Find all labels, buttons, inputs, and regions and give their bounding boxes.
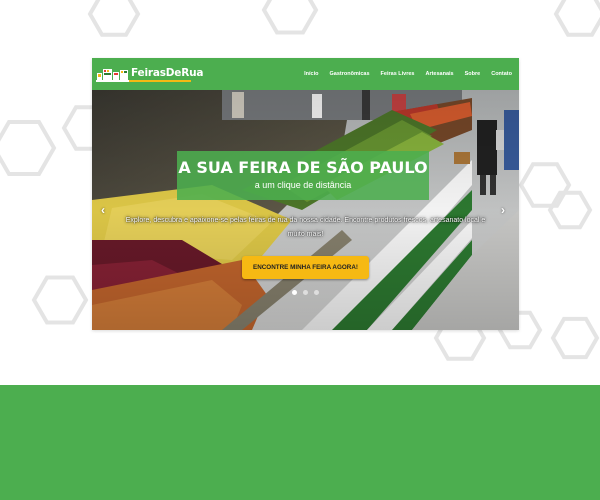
chevron-right-icon[interactable]: › xyxy=(497,203,509,217)
market-stall-icon xyxy=(96,69,129,82)
carousel-dot-2[interactable] xyxy=(303,290,308,295)
nav-gastronomicas[interactable]: Gastronômicas xyxy=(330,71,370,77)
carousel-dot-1[interactable] xyxy=(292,290,297,295)
hero-title: A SUA FEIRA DE SÃO PAULO xyxy=(178,158,428,177)
nav-inicio[interactable]: Início xyxy=(304,71,318,77)
background-hexagon xyxy=(518,162,572,208)
main-nav: Início Gastronômicas Feiras Livres Artes… xyxy=(293,71,512,77)
background-hexagon xyxy=(553,0,600,37)
background-hexagon xyxy=(0,120,57,176)
background-hexagon xyxy=(87,0,141,37)
logo-underline xyxy=(129,80,191,82)
background-hexagon xyxy=(261,0,319,35)
logo-text: FeirasDeRua xyxy=(131,67,204,79)
nav-feiras-livres[interactable]: Feiras Livres xyxy=(381,71,415,77)
find-fair-button[interactable]: ENCONTRE MINHA FEIRA AGORA! xyxy=(242,256,369,279)
nav-contato[interactable]: Contato xyxy=(491,71,512,77)
carousel-dot-3[interactable] xyxy=(314,290,319,295)
background-hexagon xyxy=(550,316,600,360)
hero-title-box: A SUA FEIRA DE SÃO PAULO a um clique de … xyxy=(177,151,429,200)
nav-sobre[interactable]: Sobre xyxy=(465,71,481,77)
site-logo[interactable]: FeirasDeRua xyxy=(96,58,203,90)
background-hexagon xyxy=(547,190,593,230)
background-hexagon xyxy=(31,275,89,325)
hero-description: Explore, descubra e apaixone-se pelas fe… xyxy=(125,217,486,238)
navbar: FeirasDeRua Início Gastronômicas Feiras … xyxy=(92,58,519,90)
website-preview: FeirasDeRua Início Gastronômicas Feiras … xyxy=(92,58,519,330)
nav-artesanais[interactable]: Artesanais xyxy=(425,71,453,77)
hero-subtitle: a um clique de distância xyxy=(254,180,352,190)
carousel-indicators xyxy=(92,290,519,295)
chevron-left-icon[interactable]: ‹ xyxy=(97,203,109,217)
bottom-green-band xyxy=(0,385,600,500)
